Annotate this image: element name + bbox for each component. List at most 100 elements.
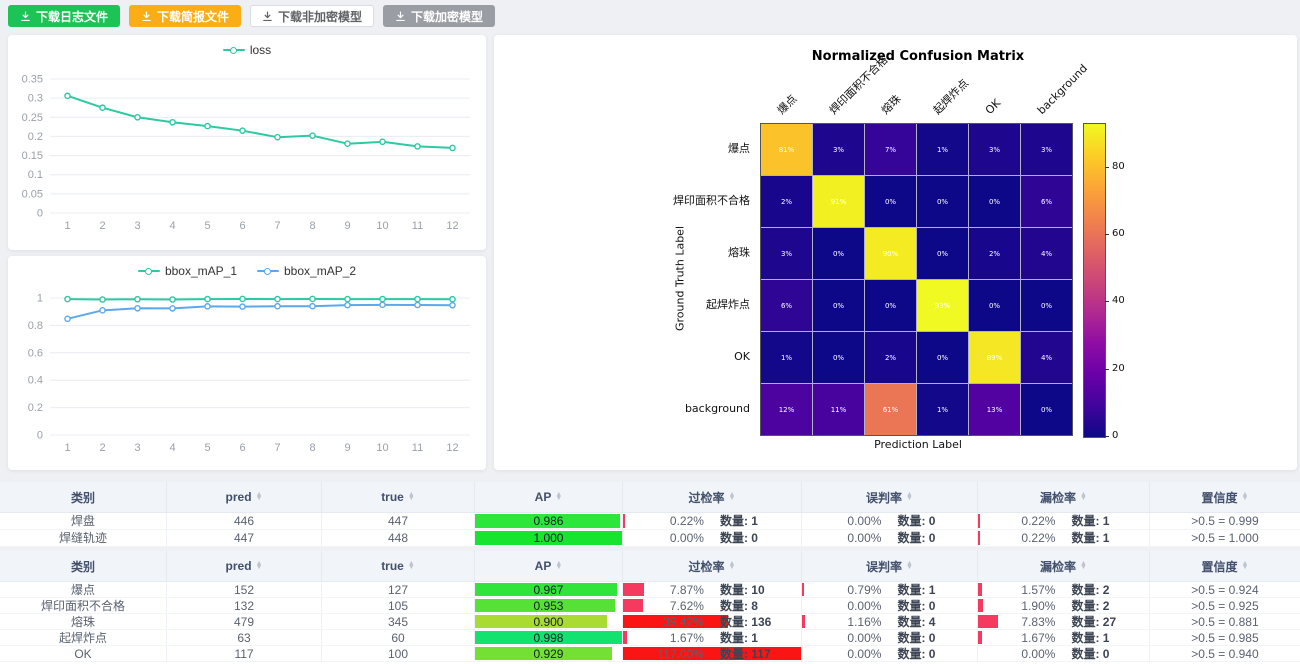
- sort-caret-icon[interactable]: ▲▼: [906, 493, 913, 502]
- loss-line-chart: 00.050.10.150.20.250.30.3512345678910111…: [8, 35, 486, 250]
- cell-wu: 0.79%数量: 1: [802, 582, 978, 598]
- sort-caret-icon[interactable]: ▲▼: [1080, 562, 1087, 571]
- column-header-ap[interactable]: AP▲▼: [475, 551, 623, 582]
- rate-count: 数量: 27: [1055, 616, 1149, 628]
- ap-value: 1.000: [533, 532, 563, 544]
- cell-conf: >0.5 = 1.000: [1150, 530, 1300, 547]
- column-header-pred[interactable]: pred▲▼: [167, 482, 322, 513]
- matrix-cell: 93%: [917, 280, 968, 331]
- column-header-true[interactable]: true▲▼: [322, 482, 475, 513]
- download-plain-model-button[interactable]: 下载非加密模型: [250, 5, 374, 27]
- column-header-label: pred: [226, 559, 252, 573]
- column-header-label: 误判率: [866, 489, 902, 506]
- button-label: 下载简报文件: [157, 8, 229, 25]
- cell-cat: 焊缝轨迹: [0, 530, 167, 547]
- column-header-wu[interactable]: 误判率 ▲▼: [802, 482, 978, 513]
- sort-caret-icon[interactable]: ▲▼: [256, 493, 263, 502]
- sort-caret-icon[interactable]: ▲▼: [408, 562, 415, 571]
- svg-text:12: 12: [446, 442, 458, 454]
- ap-value: 0.986: [533, 515, 563, 527]
- rate-count: 数量: 0: [881, 632, 977, 644]
- matrix-cell: 0%: [865, 280, 916, 331]
- cell-guo: 0.00%数量: 0: [623, 530, 802, 547]
- column-header-ap[interactable]: AP▲▼: [475, 482, 623, 513]
- svg-text:0.8: 0.8: [28, 320, 43, 332]
- svg-text:6: 6: [239, 220, 245, 232]
- sort-caret-icon[interactable]: ▲▼: [256, 562, 263, 571]
- cell-ap: 1.000: [475, 530, 623, 547]
- cell-true: 105: [322, 598, 475, 614]
- svg-text:3: 3: [134, 220, 140, 232]
- sort-caret-icon[interactable]: ▲▼: [906, 562, 913, 571]
- matrix-cell: 89%: [969, 332, 1020, 383]
- svg-text:10: 10: [376, 220, 388, 232]
- svg-text:0.05: 0.05: [22, 188, 43, 200]
- rate-percent: 0.22%: [978, 515, 1056, 527]
- matrix-row-label: 起焊炸点: [494, 297, 750, 313]
- sort-caret-icon[interactable]: ▲▼: [1080, 493, 1087, 502]
- svg-text:0: 0: [37, 208, 43, 220]
- cell-cat: 熔珠: [0, 614, 167, 630]
- cell-conf: >0.5 = 0.940: [1150, 646, 1300, 662]
- sort-caret-icon[interactable]: ▲▼: [728, 562, 735, 571]
- matrix-cell: 0%: [1021, 384, 1072, 435]
- cell-pred: 63: [167, 630, 322, 646]
- ap-value: 0.953: [533, 600, 563, 612]
- svg-text:9: 9: [344, 220, 350, 232]
- cell-ap: 0.967: [475, 582, 623, 598]
- column-header-lou[interactable]: 漏检率▲▼: [978, 482, 1150, 513]
- button-label: 下载日志文件: [36, 8, 108, 25]
- cell-wu: 0.00%数量: 0: [802, 530, 978, 547]
- cell-conf: >0.5 = 0.924: [1150, 582, 1300, 598]
- svg-text:0.2: 0.2: [28, 131, 43, 143]
- matrix-cell: 0%: [1021, 280, 1072, 331]
- sort-caret-icon[interactable]: ▲▼: [408, 493, 415, 502]
- cell-ap: 0.900: [475, 614, 623, 630]
- svg-text:0.3: 0.3: [28, 93, 43, 105]
- rate-count: 数量: 1: [704, 515, 801, 527]
- download-encrypted-model-button[interactable]: 下载加密模型: [383, 5, 495, 27]
- sort-caret-icon[interactable]: ▲▼: [1241, 562, 1248, 571]
- colorbar-tick-mark: [1105, 234, 1109, 235]
- column-header-wu[interactable]: 误判率▲▼: [802, 551, 978, 582]
- sort-caret-icon[interactable]: ▲▼: [728, 493, 735, 502]
- download-report-button[interactable]: 下载简报文件: [129, 5, 241, 27]
- colorbar-tick-label: 40: [1112, 296, 1125, 306]
- matrix-cell: 6%: [1021, 176, 1072, 227]
- rate-count: 数量: 1: [1055, 532, 1149, 544]
- column-header-label: 过检率: [688, 558, 724, 575]
- colorbar-tick-mark: [1105, 167, 1109, 168]
- cell-guo: 39.42%数量: 136: [623, 614, 802, 630]
- column-header-pred[interactable]: pred ▲▼: [167, 551, 322, 582]
- cell-true: 448: [322, 530, 475, 547]
- button-label: 下载非加密模型: [278, 8, 362, 25]
- cell-conf: >0.5 = 0.925: [1150, 598, 1300, 614]
- download-log-button[interactable]: 下载日志文件: [8, 5, 120, 27]
- column-header-guo[interactable]: 过检率 ▲▼: [623, 551, 802, 582]
- matrix-cell: 0%: [917, 176, 968, 227]
- column-header-conf[interactable]: 置信度▲▼: [1150, 551, 1300, 582]
- rate-percent: 0.00%: [802, 515, 882, 527]
- colorbar: [1083, 123, 1106, 438]
- column-header-conf[interactable]: 置信度▲▼: [1150, 482, 1300, 513]
- cell-cat: 起焊炸点: [0, 630, 167, 646]
- column-header-label: 类别: [71, 489, 95, 506]
- cell-cat: 焊印面积不合格: [0, 598, 167, 614]
- cell-pred: 446: [167, 513, 322, 530]
- confusion-matrix-ylabel: Ground Truth Label: [674, 199, 687, 359]
- sort-caret-icon[interactable]: ▲▼: [555, 493, 562, 502]
- column-header-lou[interactable]: 漏检率▲▼: [978, 551, 1150, 582]
- rate-count: 数量: 0: [881, 648, 977, 660]
- sort-caret-icon[interactable]: ▲▼: [555, 562, 562, 571]
- matrix-cell: 1%: [917, 384, 968, 435]
- column-header-true[interactable]: true▲▼: [322, 551, 475, 582]
- column-header-cat: 类别: [0, 551, 167, 582]
- rate-percent: 0.00%: [802, 532, 882, 544]
- svg-text:11: 11: [412, 220, 423, 232]
- map-chart-card: bbox_mAP_1bbox_mAP_2 00.20.40.60.8112345…: [8, 256, 486, 470]
- ap-value: 0.929: [533, 648, 563, 660]
- matrix-cell: 3%: [761, 228, 812, 279]
- rate-percent: 0.00%: [802, 632, 882, 644]
- column-header-guo[interactable]: 过检率▲▼: [623, 482, 802, 513]
- sort-caret-icon[interactable]: ▲▼: [1241, 493, 1248, 502]
